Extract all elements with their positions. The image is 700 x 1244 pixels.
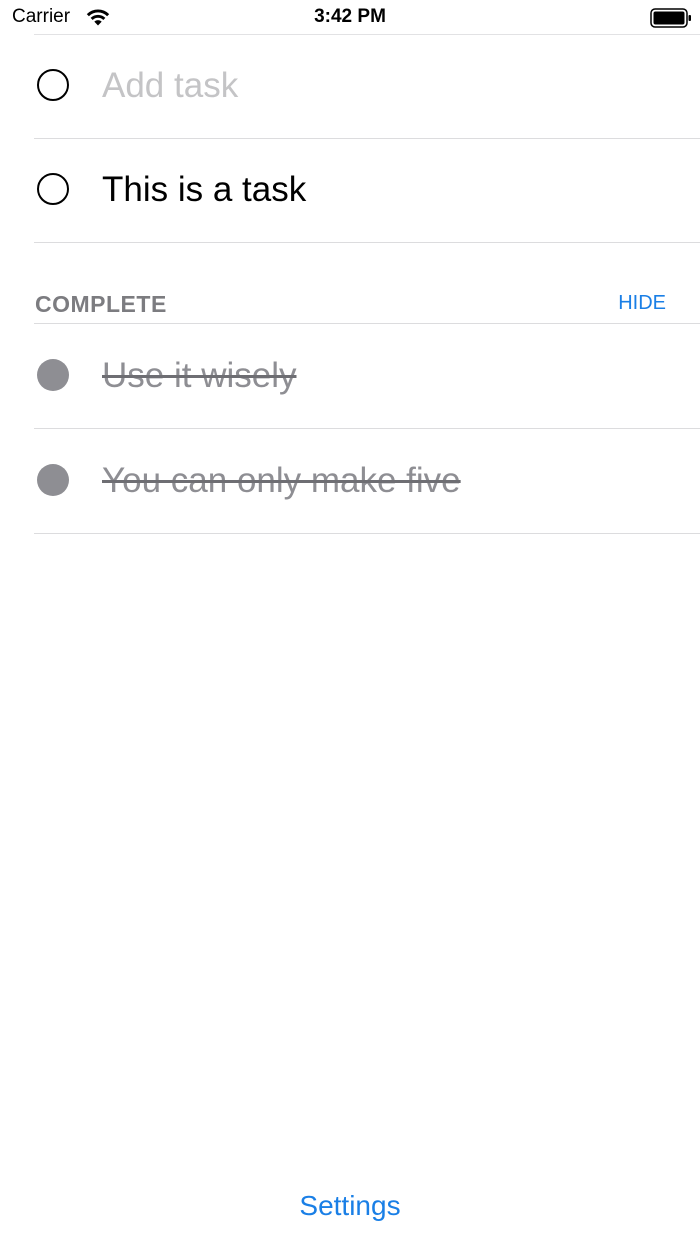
app-screen: Carrier 3:42 PM Add task This is a task … bbox=[0, 0, 700, 1244]
filled-circle-icon[interactable] bbox=[37, 464, 69, 496]
completed-task-row[interactable]: You can only make five bbox=[34, 430, 700, 534]
row-divider bbox=[34, 533, 700, 534]
section-divider bbox=[34, 323, 700, 324]
checkbox-circle-icon[interactable] bbox=[37, 173, 69, 205]
task-row[interactable]: This is a task bbox=[34, 139, 700, 243]
row-divider bbox=[34, 428, 700, 429]
complete-section-header: COMPLETE HIDE bbox=[34, 243, 700, 324]
add-task-input[interactable]: Add task bbox=[102, 66, 238, 106]
complete-section-title: COMPLETE bbox=[35, 291, 167, 317]
empty-circle-icon[interactable] bbox=[37, 69, 69, 101]
completed-task-label[interactable]: Use it wisely bbox=[102, 356, 296, 396]
status-bar: Carrier 3:42 PM bbox=[0, 0, 700, 34]
battery-icon bbox=[650, 8, 691, 28]
task-label[interactable]: This is a task bbox=[102, 170, 306, 210]
hide-button[interactable]: HIDE bbox=[618, 292, 666, 315]
completed-task-label[interactable]: You can only make five bbox=[102, 461, 461, 501]
clock: 3:42 PM bbox=[314, 6, 386, 27]
filled-circle-icon[interactable] bbox=[37, 359, 69, 391]
settings-button[interactable]: Settings bbox=[0, 1190, 700, 1222]
add-task-row[interactable]: Add task bbox=[34, 35, 700, 139]
completed-task-row[interactable]: Use it wisely bbox=[34, 325, 700, 429]
